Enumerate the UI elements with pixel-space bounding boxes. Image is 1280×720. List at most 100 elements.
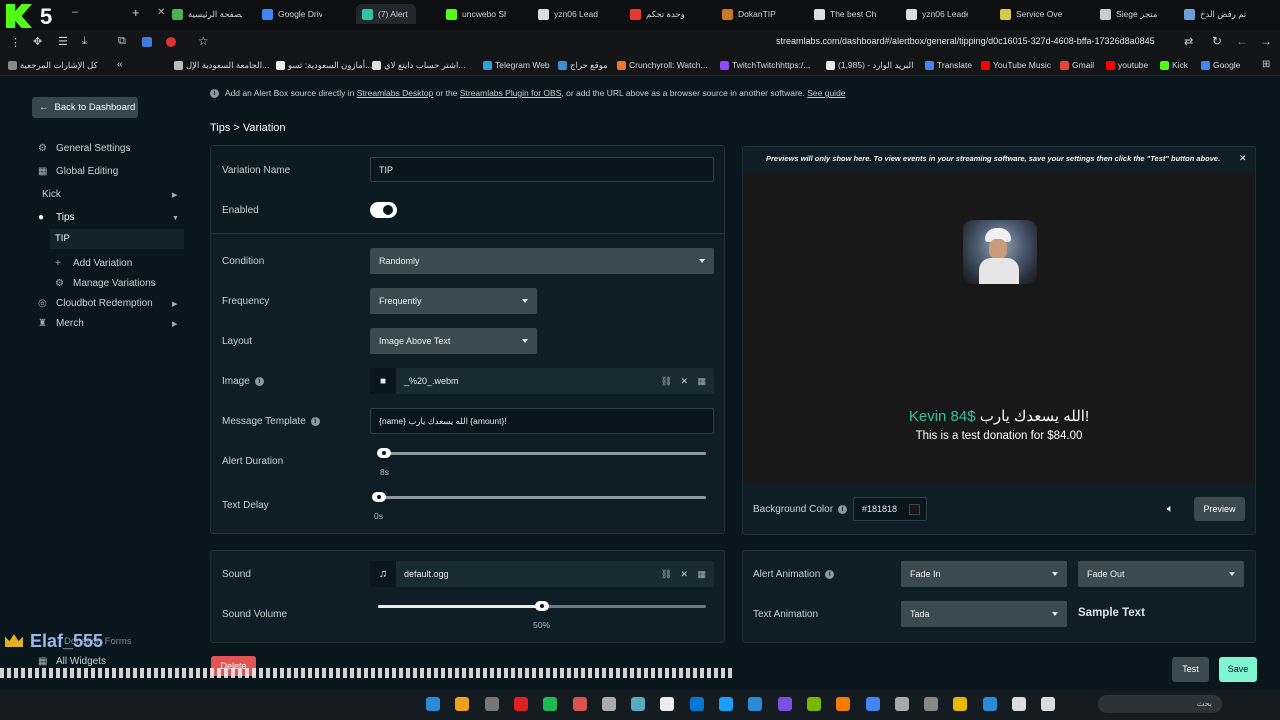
bookmark-item[interactable]: موقع حراج	[558, 60, 608, 71]
tab-close-icon[interactable]: ✕	[415, 9, 416, 20]
info-icon[interactable]: i	[310, 416, 320, 426]
sound-volume-slider[interactable]	[378, 601, 706, 611]
guide-link[interactable]: See guide	[807, 88, 845, 98]
browser-tab[interactable]: uncwebo Sh✕	[446, 4, 506, 24]
message-template-input[interactable]: {name} الله يسعدك يارب {amount}!	[370, 408, 714, 434]
sidebar-item-tips[interactable]: ● Tips	[38, 212, 75, 223]
color-swatch[interactable]	[909, 504, 920, 515]
extensions-icon[interactable]: ⧉	[118, 35, 126, 48]
taskbar-app-icon[interactable]	[748, 697, 763, 711]
download-icon[interactable]: ⤓	[82, 35, 87, 48]
taskbar-app-icon[interactable]	[777, 697, 792, 711]
browser-tab[interactable]: Service Over✕	[1000, 4, 1062, 24]
grid-icon[interactable]: ▦	[697, 376, 706, 387]
bookmark-item[interactable]: Gmail	[1060, 60, 1094, 70]
bookmark-item[interactable]: البريد الوارد - (1,985)	[826, 60, 914, 71]
fade-out-select[interactable]: Fade Out	[1078, 561, 1244, 587]
taskbar-app-icon[interactable]	[1012, 697, 1026, 711]
info-icon[interactable]: i	[254, 376, 264, 386]
bookmark-item[interactable]: اشتر حساب دايتع لاي...	[372, 60, 465, 71]
new-tab-button[interactable]: +	[132, 5, 140, 20]
slider-knob[interactable]	[377, 448, 391, 458]
taskbar-app-icon[interactable]	[924, 697, 939, 711]
apps-grid-icon[interactable]: ⊞	[1262, 59, 1270, 70]
frequency-select[interactable]: Frequently	[370, 288, 537, 314]
browser-tab[interactable]: yzn06 Leade✕	[906, 4, 968, 24]
bookmark-item[interactable]: TwitchTwitchhttps:/...	[720, 60, 810, 70]
bookmark-item[interactable]: Translate	[925, 60, 972, 70]
alert-duration-slider[interactable]	[377, 448, 706, 458]
sound-file-field[interactable]: ♫ default.ogg ⛓ ✕ ▦	[370, 561, 714, 587]
back-to-dashboard-button[interactable]: ← Back to Dashboard	[32, 97, 138, 118]
manage-variations-link[interactable]: ⚙ Manage Variations	[55, 278, 156, 289]
sidebar-item-merch[interactable]: ♜ Merch	[38, 318, 84, 329]
browser-tab[interactable]: Siege متجر✕	[1100, 4, 1158, 24]
taskbar-app-icon[interactable]	[513, 697, 528, 711]
taskbar-app-icon[interactable]	[806, 697, 821, 711]
desktop-link[interactable]: Streamlabs Desktop	[357, 88, 434, 98]
taskbar-app-icon[interactable]	[426, 697, 440, 711]
address-bar[interactable]: streamlabs.com/dashboard#/alertbox/gener…	[776, 36, 1155, 46]
browser-tab[interactable]: الصفحة الرئيسية✕	[172, 4, 242, 24]
browser-tab[interactable]: تم رفض الدخ✕	[1184, 4, 1246, 24]
info-icon[interactable]: i	[825, 569, 835, 579]
save-button[interactable]: Save	[1219, 657, 1257, 682]
forward-icon[interactable]: →	[1260, 34, 1272, 48]
close-icon[interactable]: ✕	[680, 376, 688, 387]
browser-tab[interactable]: (7) Alert ✕	[356, 4, 416, 24]
taskbar-app-icon[interactable]	[660, 697, 675, 711]
link-icon[interactable]: ⛓	[661, 569, 672, 580]
taskbar-app-icon[interactable]	[455, 697, 470, 711]
reload-icon[interactable]: ↻	[1212, 34, 1222, 48]
close-icon[interactable]: ✕	[1239, 153, 1247, 164]
taskbar-app-icon[interactable]	[719, 697, 733, 711]
bookmark-item[interactable]: Telegram Web	[483, 60, 550, 70]
obs-plugin-link[interactable]: Streamlabs Plugin for OBS	[460, 88, 562, 98]
bookmark-item[interactable]: youtube	[1106, 60, 1148, 70]
browser-tab[interactable]: وحدة تحكم✕	[630, 4, 692, 24]
bookmark-item[interactable]: Kick	[1160, 60, 1188, 70]
bookmark-item[interactable]: YouTube Music	[981, 60, 1051, 70]
taskbar-app-icon[interactable]	[601, 697, 616, 711]
tab-close-icon[interactable]: ✕	[783, 9, 784, 20]
taskbar-app-icon[interactable]	[543, 697, 558, 711]
sidebar-item-tip-variation[interactable]: TIP	[50, 229, 184, 249]
taskbar-app-icon[interactable]	[865, 697, 880, 711]
text-animation-select[interactable]: Tada	[901, 601, 1067, 627]
background-color-input[interactable]: #181818	[853, 497, 927, 521]
image-file-field[interactable]: ■ _%20_.webm ⛓ ✕ ▦	[370, 368, 714, 394]
bookmark-item[interactable]: Crunchyroll: Watch...	[617, 60, 708, 70]
menu-dots-icon[interactable]: ⋮	[10, 36, 21, 49]
grid-icon[interactable]: ▦	[697, 569, 706, 580]
tab-close-icon[interactable]: ✕	[157, 7, 165, 18]
record-ext-icon[interactable]	[166, 37, 176, 47]
preview-button[interactable]: Preview	[1194, 497, 1245, 521]
bookmark-item[interactable]: الجامعة السعودية الإل...	[174, 60, 269, 71]
variation-name-input[interactable]: TIP	[370, 157, 714, 182]
taskbar-search[interactable]: بحث	[1098, 695, 1222, 713]
page-settings-icon[interactable]: ⇄	[1184, 35, 1193, 48]
slider-knob[interactable]	[535, 601, 549, 611]
sidebar-item-general[interactable]: ⚙ General Settings	[38, 143, 131, 154]
taskbar-app-icon[interactable]	[484, 697, 499, 711]
sidebar-item-kick[interactable]: Kick	[42, 189, 61, 200]
fade-in-select[interactable]: Fade In	[901, 561, 1067, 587]
sidebar-item-global[interactable]: ▦ Global Editing	[38, 166, 118, 177]
browser-tab[interactable]: yzn06 Leade✕	[538, 4, 598, 24]
sliders-icon[interactable]: ☰	[58, 35, 68, 48]
layout-select[interactable]: Image Above Text	[370, 328, 537, 354]
taskbar-app-icon[interactable]	[631, 697, 646, 711]
volume-icon[interactable]: 🔈︎	[1167, 503, 1174, 516]
sidebar-item-all-widgets[interactable]: ▦ All Widgets	[38, 656, 106, 667]
text-delay-slider[interactable]	[372, 492, 706, 502]
close-icon[interactable]: ✕	[680, 569, 688, 580]
taskbar-app-icon[interactable]	[572, 697, 587, 711]
link-icon[interactable]: ⛓	[661, 376, 672, 387]
test-button[interactable]: Test	[1172, 657, 1209, 682]
taskbar-app-icon[interactable]	[953, 697, 968, 711]
add-variation-link[interactable]: + Add Variation	[55, 258, 132, 269]
cursor-icon[interactable]: ✥	[33, 35, 42, 48]
browser-tab[interactable]: The best Ch✕	[814, 4, 876, 24]
info-icon[interactable]: i	[838, 504, 848, 514]
taskbar-app-icon[interactable]	[689, 697, 704, 711]
